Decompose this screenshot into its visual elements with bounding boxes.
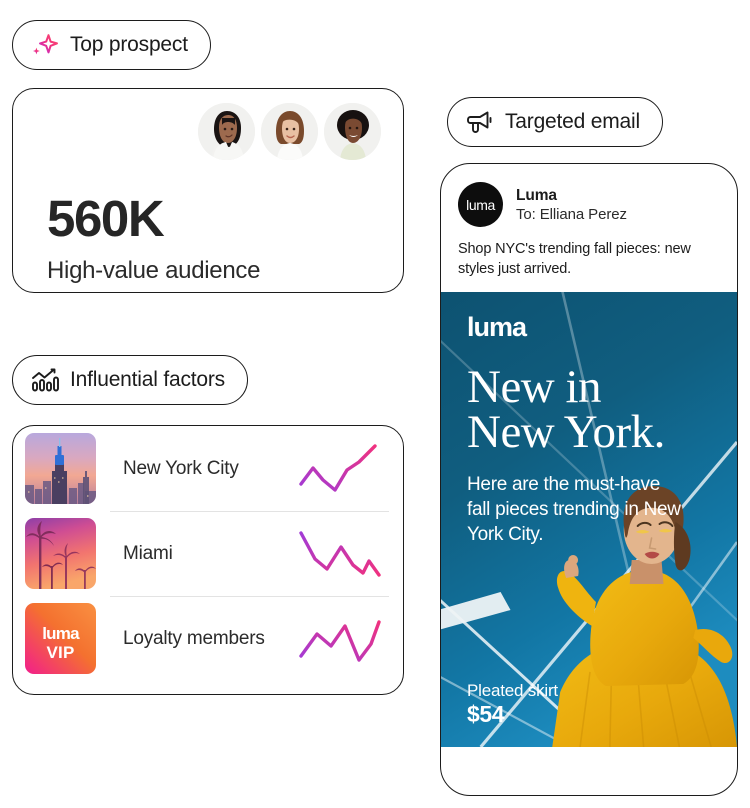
hero-copy: luma New in New York. Here are the must-… [467,314,719,547]
avatar-person-2 [261,103,318,160]
luma-avatar-label: luma [466,196,495,213]
hero-headline: New in New York. [467,364,719,459]
sparkline-up [297,440,383,498]
luma-brand-avatar: luma [458,182,503,227]
influential-factors-card: New York City Miami luma VIP Loyalty mem… [12,425,404,695]
email-hero-banner: luma New in New York. Here are the must-… [441,292,737,747]
badge-targeted-email[interactable]: Targeted email [447,97,663,147]
factor-label: New York City [123,457,239,479]
email-sender-meta: Luma To: Elliana Perez [516,187,627,223]
megaphone-icon [466,109,494,135]
avatar-person-3 [324,103,381,160]
svg-text:luma: luma [42,624,80,643]
audience-size-caption: High-value audience [47,257,261,284]
audience-size-value: 560K [47,190,165,247]
hero-headline-line2: New York. [467,406,665,459]
svg-text:VIP: VIP [46,643,74,662]
product-name: Pleated skirt [467,681,558,701]
luma-vip-thumbnail: luma VIP [25,603,96,674]
badge-top-prospect[interactable]: Top prospect [12,20,211,70]
badge-top-prospect-label: Top prospect [70,33,188,56]
hero-subtext: Here are the must-have fall pieces trend… [467,474,681,545]
list-item[interactable]: New York City [13,426,403,511]
sparkline-down [297,525,383,583]
bar-chart-trend-icon [31,367,59,393]
email-recipient: To: Elliana Perez [516,205,627,223]
product-price: $54 [467,701,505,728]
badge-influential-factors[interactable]: Influential factors [12,355,248,405]
avatar-group [198,103,381,160]
sparkline-volatile [297,610,383,668]
hero-product-callout[interactable]: Pleated skirt $54 [467,680,558,729]
nyc-skyline-thumbnail [25,433,96,504]
email-sender-row: luma Luma To: Elliana Perez [458,182,720,227]
sparkle-icon [31,32,59,58]
factor-label: Loyalty members [123,627,265,649]
email-sender-name: Luma [516,186,557,204]
badge-targeted-email-label: Targeted email [505,110,640,133]
miami-palms-thumbnail [25,518,96,589]
avatar-person-1 [198,103,255,160]
luma-wordmark: luma [467,312,527,342]
high-value-audience-card: 560K High-value audience [12,88,404,293]
list-item[interactable]: luma VIP Loyalty members [13,596,403,681]
list-item[interactable]: Miami [13,511,403,596]
email-header: luma Luma To: Elliana Perez Shop NYC's t… [441,164,737,292]
email-preview-text: Shop NYC's trending fall pieces: new sty… [458,241,691,277]
composition-root: Top prospect 560K High-value audience In… [0,0,750,808]
badge-influential-factors-label: Influential factors [70,368,225,391]
targeted-email-preview-card: luma Luma To: Elliana Perez Shop NYC's t… [440,163,738,796]
factor-label: Miami [123,542,173,564]
